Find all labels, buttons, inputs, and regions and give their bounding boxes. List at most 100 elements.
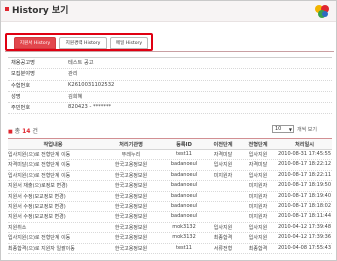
info-value: 김희혜	[68, 93, 83, 100]
applicant-info-table: 채용공고명 테스트 공고 모집분야명 관리 수험번호 K261003110253…	[8, 57, 332, 115]
table-row: 자격미달(으)로 전형단계 이동 한국고용정보원 badanoeul 입사지원 자격미달…	[8, 160, 332, 171]
table-cell: 서류전형	[213, 245, 233, 252]
table-cell: 한국고용정보원	[114, 193, 148, 200]
count-prefix: 총	[14, 128, 21, 135]
bullet-icon: ■	[8, 129, 13, 135]
table-cell: badanoeul	[170, 171, 198, 178]
table-cell: 미지원자	[248, 214, 268, 221]
table-cell: test11	[176, 244, 192, 251]
table-cell: 자격미달	[213, 152, 233, 158]
info-row: 주민번호 820423 - *******	[8, 103, 332, 115]
table-cell: 지원서 수정(모교정보 변경)	[8, 193, 66, 200]
table-cell: badanoeul	[170, 161, 198, 168]
table-body: 입사지원(으)로 전형단계 이동 뚜레누리 test11 자격미달 입사지원 2010-0…	[8, 150, 332, 254]
table-row: 입사지원(으)로 전형단계 이동 한국고용정보원 mok3132 최종합격 입사지원 20…	[8, 233, 332, 244]
table-row: 입사지원(으)로 전형단계 이동 한국고용정보원 badanoeul 미지원자 입사지원…	[8, 171, 332, 182]
table-cell: 미지원자	[248, 183, 268, 190]
info-row: 수험번호 K2610031102532	[8, 81, 332, 92]
info-row: 성명 김희혜	[8, 92, 332, 104]
table-cell: 2010-04-12 17:39:48	[277, 223, 332, 230]
page-size-label: 개씩 보기	[297, 127, 317, 133]
table-cell: 한국고용정보원	[114, 245, 148, 252]
tab-divider	[5, 51, 334, 52]
table-cell: mok3132	[172, 234, 196, 241]
table-cell: 최종합격	[248, 245, 268, 252]
info-value: K2610031102532	[68, 81, 115, 88]
info-label: 주민번호	[11, 105, 31, 112]
table-cell: 한국고용정보원	[114, 183, 148, 190]
history-window: History 보기 지원서 History 지원경력 History 메일 H…	[0, 0, 337, 261]
info-value: 820423 - *******	[68, 104, 112, 111]
column-header: 처리기관명	[119, 142, 143, 148]
total-count: ■ 총 14 건	[8, 126, 38, 135]
brand-logo-icon	[315, 5, 329, 18]
table-cell: 뚜레누리	[121, 152, 141, 158]
table-row: 지원서 수정(모교정보 변경) 한국고용정보원 badanoeul 미지원자 2010-…	[8, 202, 332, 213]
info-row: 모집분야명 관리	[8, 69, 332, 81]
table-cell: badanoeul	[170, 192, 198, 199]
table-row: 최종합격(으)로 지원자 일괄이동 한국고용정보원 test11 서류전형 최종합격 20…	[8, 244, 332, 254]
info-label: 수험번호	[11, 82, 31, 89]
table-cell: 최종합격	[213, 235, 233, 242]
table-cell: 입사지원	[213, 224, 233, 231]
table-cell: 입사지원	[248, 152, 268, 158]
tab-bar: 지원서 History 지원경력 History 메일 History	[5, 33, 153, 51]
info-value: 관리	[68, 71, 78, 78]
table-cell: badanoeul	[170, 202, 198, 209]
table-cell: 미지원자	[213, 172, 233, 179]
table-cell: 자격미달(으)로 전형단계 이동	[8, 162, 71, 169]
tab-career-history[interactable]: 지원경력 History	[59, 37, 107, 49]
table-cell: 한국고용정보원	[114, 224, 148, 231]
column-header: 전형단계	[248, 142, 268, 148]
table-cell: 한국고용정보원	[114, 235, 148, 242]
page-size-value: 10	[275, 126, 282, 132]
table-cell: 한국고용정보원	[114, 172, 148, 179]
table-cell: 2010-04-08 17:55:43	[277, 244, 332, 251]
column-header: 이전단계	[213, 142, 233, 148]
info-row: 채용공고명 테스트 공고	[8, 58, 332, 70]
table-cell: 입사지원(으)로 전형단계 이동	[8, 235, 71, 242]
column-header: 처리일시	[294, 142, 315, 148]
table-cell: 입사지원	[248, 224, 268, 231]
title-bar: History 보기	[1, 1, 336, 22]
table-cell: 2010-04-12 17:39:36	[277, 234, 332, 241]
info-label: 채용공고명	[11, 60, 35, 66]
table-cell: 미지원자	[248, 203, 268, 210]
table-cell: 2010-08-31 17:45:55	[277, 151, 332, 157]
count-suffix: 건	[32, 128, 38, 135]
table-cell: 2010-08-17 18:22:12	[277, 161, 332, 168]
table-cell: 2010-08-17 18:19:50	[277, 182, 332, 189]
table-cell: mok3132	[172, 223, 196, 230]
count-number: 14	[22, 128, 31, 135]
history-table: 작업내용 처리기관명 등록ID 이전단계 전형단계 처리일시 입사지원(으)로 …	[8, 138, 332, 254]
table-row: 지원서 수정(모교정보 변경) 한국고용정보원 badanoeul 미지원자 2010-…	[8, 192, 332, 202]
table-cell: 최종합격(으)로 지원자 일괄이동	[8, 245, 75, 252]
table-header: 작업내용 처리기관명 등록ID 이전단계 전형단계 처리일시	[8, 139, 332, 150]
table-cell: 지원서 수정(모교정보 변경)	[8, 214, 66, 221]
table-cell: 자격미달	[248, 162, 268, 169]
table-cell: 2010-08-17 18:19:40	[277, 192, 332, 199]
page-size-select[interactable]: 10 ▼	[272, 125, 294, 133]
table-row: 지원서 재출(으)로정보 변경) 한국고용정보원 badanoeul 미지원자 2010…	[8, 181, 332, 192]
column-header: 등록ID	[176, 142, 192, 148]
table-cell: 2010-08-17 18:22:11	[277, 171, 332, 178]
info-label: 성명	[11, 93, 21, 100]
table-cell: 입사지원(으)로 전형단계 이동	[8, 152, 71, 158]
table-cell: 입사지원	[213, 162, 233, 169]
table-row: 입사지원(으)로 전형단계 이동 뚜레누리 test11 자격미달 입사지원 2010-0…	[8, 150, 332, 161]
info-label: 모집분야명	[11, 71, 35, 78]
chevron-down-icon: ▼	[288, 127, 292, 132]
table-cell: badanoeul	[170, 182, 198, 189]
column-header: 작업내용	[43, 142, 63, 148]
table-cell: 한국고용정보원	[114, 162, 148, 169]
table-cell: 한국고용정보원	[114, 203, 148, 210]
tab-application-history[interactable]: 지원서 History	[14, 37, 56, 49]
tab-mail-history[interactable]: 메일 History	[110, 37, 148, 49]
table-cell: 지원서 재출(으)로정보 변경)	[8, 183, 68, 190]
table-row: 지원서 수정(모교정보 변경) 한국고용정보원 badanoeul 미지원자 2010-…	[8, 212, 332, 223]
title-bullet-icon	[5, 7, 9, 11]
table-cell: test11	[176, 151, 192, 157]
table-cell: 한국고용정보원	[114, 214, 148, 221]
table-cell: 입사지원	[248, 235, 268, 242]
info-value: 테스트 공고	[68, 60, 94, 66]
